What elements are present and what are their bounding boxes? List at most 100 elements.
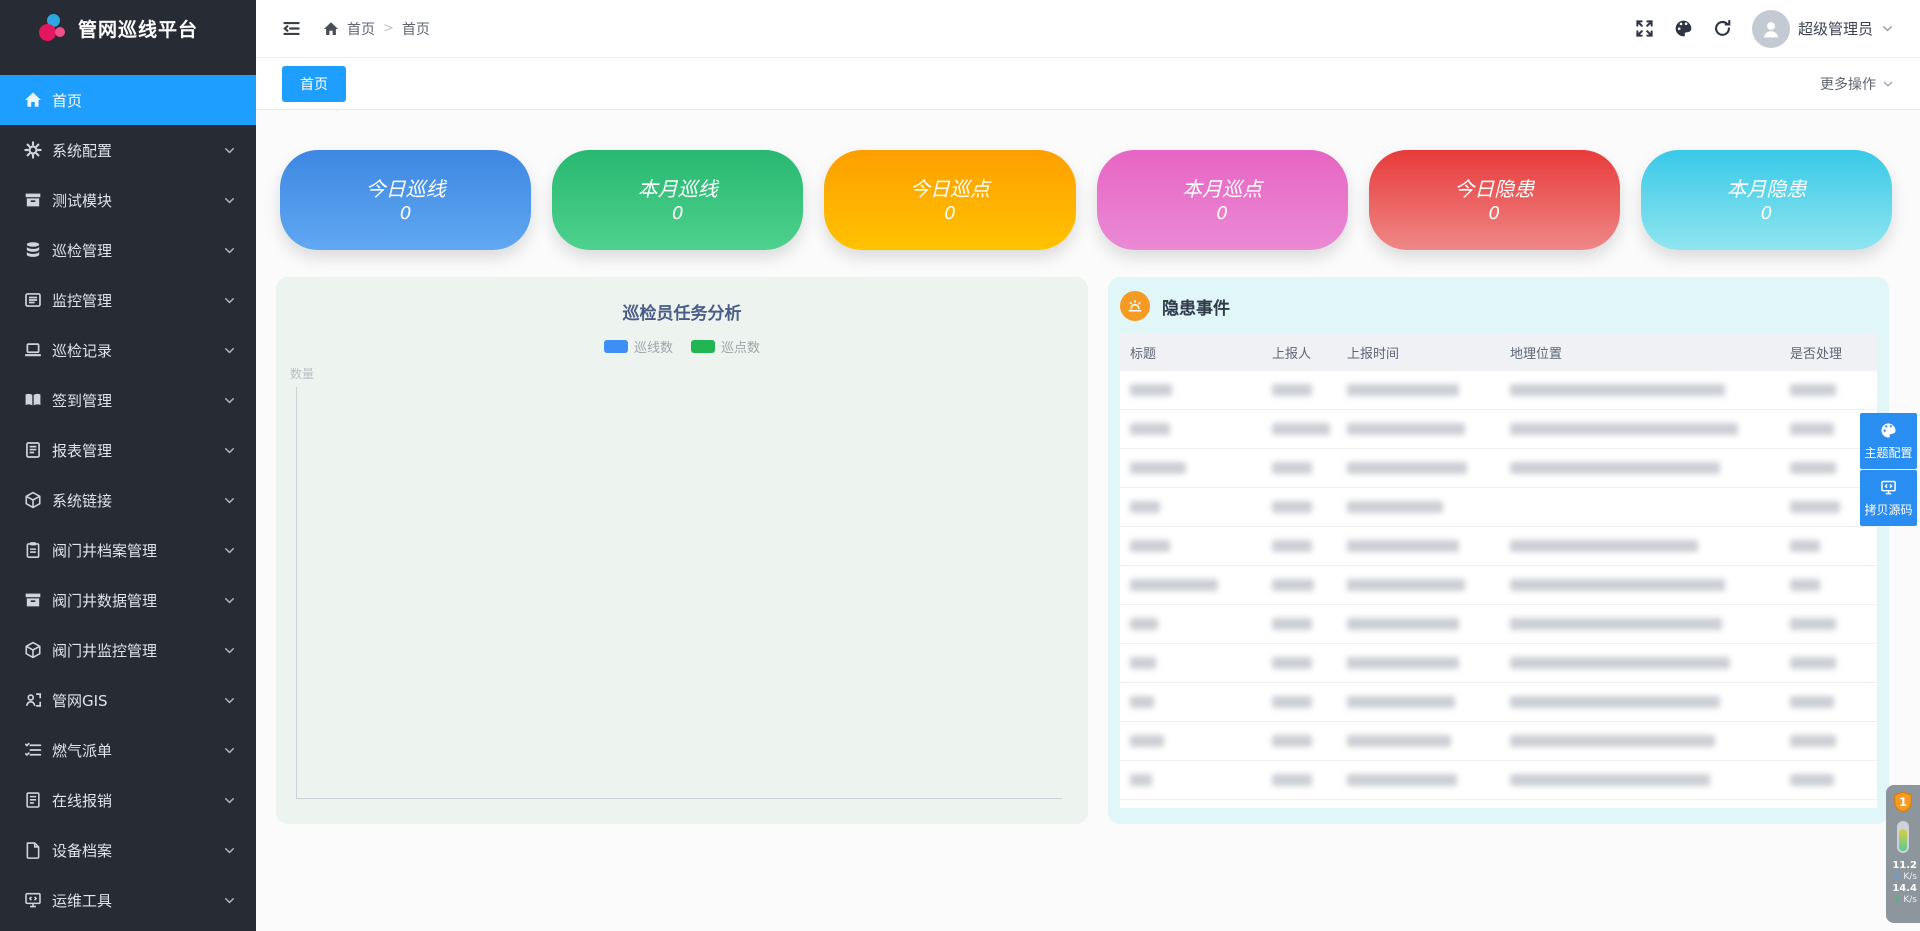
sidebar-item-8[interactable]: 系统链接	[0, 475, 256, 525]
book-open-icon	[24, 391, 42, 409]
copy-source-button[interactable]: 拷贝源码	[1860, 470, 1917, 526]
download-speed: 14.4	[1886, 883, 1917, 895]
sidebar-item-0[interactable]: 首页	[0, 75, 256, 125]
chevron-down-icon	[223, 494, 236, 507]
redacted-cell	[1790, 771, 1877, 790]
table-row-3[interactable]	[1120, 488, 1877, 527]
legend-label: 巡线数	[634, 337, 673, 356]
table-row-8[interactable]	[1120, 683, 1877, 722]
sidebar-item-7[interactable]: 报表管理	[0, 425, 256, 475]
home-icon	[323, 21, 339, 37]
theme-config-label: 主题配置	[1864, 444, 1912, 461]
sidebar-item-16[interactable]: 运维工具	[0, 875, 256, 925]
chevron-down-icon	[1882, 78, 1894, 90]
redacted-cell	[1272, 771, 1347, 790]
redacted-cell	[1272, 693, 1347, 712]
file-icon	[24, 841, 42, 859]
table-row-0[interactable]	[1120, 371, 1877, 410]
table-row-5[interactable]	[1120, 566, 1877, 605]
sidebar-item-label: 首页	[52, 90, 82, 111]
sidebar-item-2[interactable]: 测试模块	[0, 175, 256, 225]
redacted-cell	[1510, 381, 1790, 400]
stat-card-label: 今日隐患	[1454, 175, 1534, 203]
redacted-cell	[1347, 459, 1510, 478]
cube-icon	[24, 491, 42, 509]
stat-card-2[interactable]: 今日巡点0	[824, 150, 1075, 250]
stat-card-0[interactable]: 今日巡线0	[280, 150, 531, 250]
user-menu[interactable]: 超级管理员	[1752, 10, 1894, 48]
table-row-1[interactable]	[1120, 410, 1877, 449]
legend-item-0[interactable]: 巡线数	[604, 337, 673, 356]
redacted-cell	[1790, 576, 1877, 595]
redacted-cell	[1790, 732, 1877, 751]
sidebar-item-1[interactable]: 系统配置	[0, 125, 256, 175]
sidebar-item-3[interactable]: 巡检管理	[0, 225, 256, 275]
table-row-2[interactable]	[1120, 449, 1877, 488]
fullscreen-icon[interactable]	[1635, 19, 1654, 38]
sidebar-item-9[interactable]: 阀门井档案管理	[0, 525, 256, 575]
sidebar-item-15[interactable]: 设备档案	[0, 825, 256, 875]
sidebar-item-5[interactable]: 巡检记录	[0, 325, 256, 375]
sidebar-item-label: 监控管理	[52, 290, 112, 311]
clipboard-icon	[24, 541, 42, 559]
avatar[interactable]	[1752, 10, 1790, 48]
chart-y-axis-label: 数量	[290, 365, 314, 382]
home-icon	[24, 91, 42, 109]
table-row-7[interactable]	[1120, 644, 1877, 683]
stat-card-value: 0	[672, 203, 683, 225]
stat-card-1[interactable]: 本月巡线0	[552, 150, 803, 250]
upload-unit: ↑ K/s	[1886, 872, 1917, 883]
stat-card-3[interactable]: 本月巡点0	[1097, 150, 1348, 250]
sidebar-item-label: 系统配置	[52, 140, 112, 161]
sidebar-item-13[interactable]: 燃气派单	[0, 725, 256, 775]
redacted-cell	[1130, 498, 1272, 517]
redacted-cell	[1272, 420, 1347, 439]
sidebar-item-12[interactable]: 管网GIS	[0, 675, 256, 725]
copy-source-label: 拷贝源码	[1864, 501, 1912, 518]
menu-fold-icon[interactable]	[282, 19, 301, 38]
sidebar-item-11[interactable]: 阀门井监控管理	[0, 625, 256, 675]
redacted-cell	[1510, 459, 1790, 478]
breadcrumb-current[interactable]: 首页	[402, 19, 430, 39]
theme-palette-icon[interactable]	[1674, 19, 1693, 38]
table-row-9[interactable]	[1120, 722, 1877, 761]
sidebar-item-label: 报表管理	[52, 440, 112, 461]
sidebar-item-label: 阀门井数据管理	[52, 590, 157, 611]
chevron-down-icon	[223, 244, 236, 257]
sidebar-item-label: 阀门井档案管理	[52, 540, 157, 561]
column-header: 上报人	[1272, 343, 1347, 362]
sidebar-item-14[interactable]: 在线报销	[0, 775, 256, 825]
stat-card-value: 0	[1761, 203, 1772, 225]
redacted-cell	[1130, 576, 1272, 595]
theme-config-button[interactable]: 主题配置	[1860, 413, 1917, 469]
more-operations-button[interactable]: 更多操作	[1820, 74, 1894, 94]
sidebar-item-label: 运维工具	[52, 890, 112, 911]
redacted-cell	[1272, 576, 1347, 595]
report-icon	[24, 441, 42, 459]
redacted-cell	[1272, 615, 1347, 634]
sidebar-item-10[interactable]: 阀门井数据管理	[0, 575, 256, 625]
chevron-down-icon	[223, 144, 236, 157]
column-header: 标题	[1130, 343, 1272, 362]
archive-icon	[24, 191, 42, 209]
top-header: 首页 > 首页 超级管理员	[256, 0, 1920, 58]
table-row-10[interactable]	[1120, 761, 1877, 800]
table-row-4[interactable]	[1120, 527, 1877, 566]
stat-card-5[interactable]: 本月隐患0	[1641, 150, 1892, 250]
redacted-cell	[1272, 381, 1347, 400]
breadcrumb-home[interactable]: 首页	[347, 19, 375, 39]
sidebar-item-label: 系统链接	[52, 490, 112, 511]
redacted-cell	[1347, 693, 1510, 712]
legend-item-1[interactable]: 巡点数	[691, 337, 760, 356]
incident-panel: 隐患事件 标题上报人上报时间地理位置是否处理	[1108, 277, 1889, 824]
archive-icon	[24, 591, 42, 609]
table-row-6[interactable]	[1120, 605, 1877, 644]
tab-home[interactable]: 首页	[282, 66, 346, 102]
net-speed-widget[interactable]: 1 11.2 ↑ K/s 14.4 ↓ K/s	[1886, 785, 1920, 923]
stat-card-4[interactable]: 今日隐患0	[1369, 150, 1620, 250]
doc-icon	[24, 791, 42, 809]
sidebar-item-4[interactable]: 监控管理	[0, 275, 256, 325]
sidebar-item-6[interactable]: 签到管理	[0, 375, 256, 425]
refresh-icon[interactable]	[1713, 19, 1732, 38]
redacted-cell	[1130, 420, 1272, 439]
